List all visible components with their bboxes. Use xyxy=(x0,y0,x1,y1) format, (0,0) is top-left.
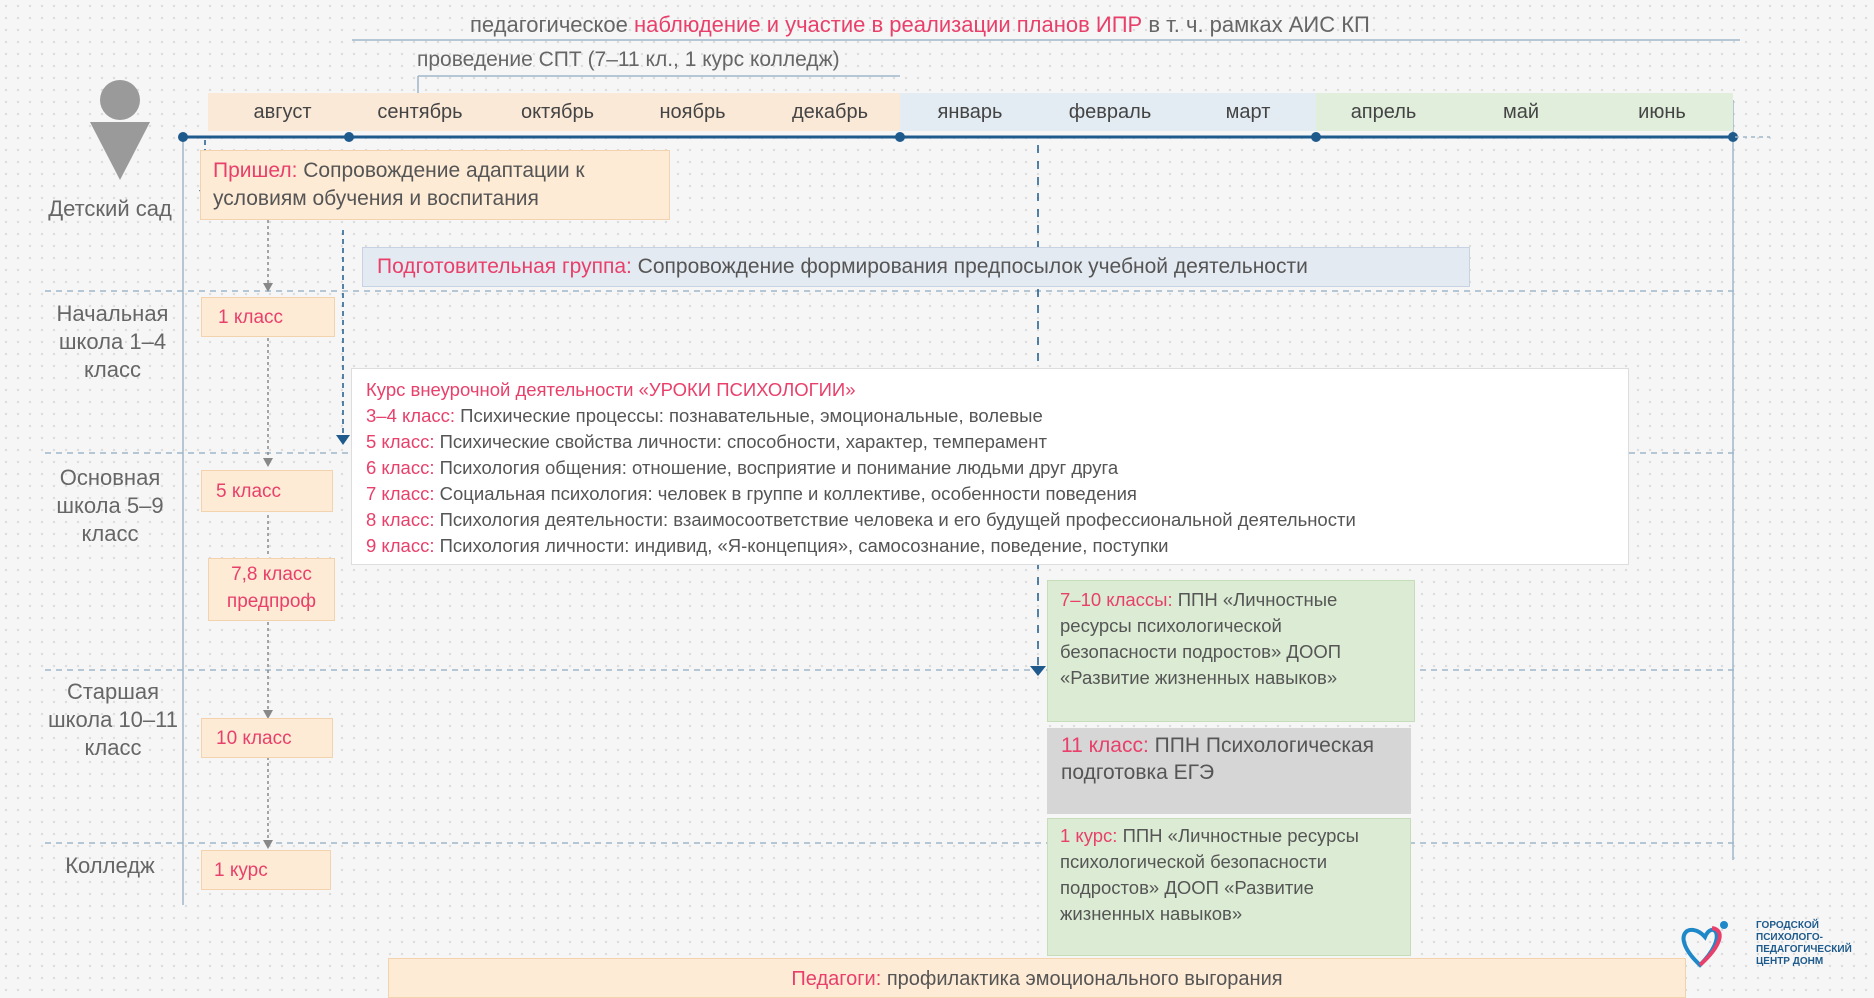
header-line-1: педагогическое наблюдение и участие в ре… xyxy=(470,12,1370,38)
diagram: педагогическое наблюдение и участие в ре… xyxy=(0,0,1874,998)
timeline-node xyxy=(178,132,188,142)
psychology-course-box: Курс внеурочной деятельности «УРОКИ ПСИХ… xyxy=(351,368,1629,565)
ppn-7-10-label: 7–10 классы: xyxy=(1060,589,1173,610)
timeline-node xyxy=(1311,132,1321,142)
header-line-2: проведение СПТ (7–11 кл., 1 курс колледж… xyxy=(417,48,840,71)
header-line-1-pre: педагогическое xyxy=(470,12,634,37)
logo-text: ГОРОДСКОЙ ПСИХОЛОГО-ПЕДАГОГИЧЕСКИЙ ЦЕНТР… xyxy=(1756,920,1852,967)
course-row: 8 класс: Психология деятельности: взаимо… xyxy=(366,507,1614,533)
month-september: сентябрь xyxy=(377,100,463,123)
stage-course-1: 1 курс xyxy=(201,850,331,890)
course-row-grade: 3–4 класс: xyxy=(366,405,456,426)
month-august: август xyxy=(253,100,312,123)
adaptation-box-label: Пришел: xyxy=(213,159,298,182)
month-may: май xyxy=(1502,100,1540,123)
month-february: февраль xyxy=(1068,100,1152,123)
course-row-grade: 9 класс: xyxy=(366,535,435,556)
adaptation-box: Пришел: Сопровождение адаптации к услови… xyxy=(200,150,670,220)
teachers-label: Педагоги: xyxy=(791,968,882,990)
level-kindergarten: Детский сад xyxy=(48,196,172,221)
header-line-1-post: в т. ч. рамках АИС КП xyxy=(1142,12,1370,37)
month-april: апрель xyxy=(1350,100,1417,123)
course-row-text: Психология общения: отношение, восприяти… xyxy=(434,457,1119,478)
course-row-text: Психические процессы: познавательные, эм… xyxy=(455,405,1043,426)
course-row: 9 класс: Психология личности: индивид, «… xyxy=(366,533,1614,559)
month-december: декабрь xyxy=(791,100,869,123)
logo-icon xyxy=(1681,921,1728,968)
course-row: 5 класс: Психические свойства личности: … xyxy=(366,429,1614,455)
course-row-grade: 8 класс: xyxy=(366,509,435,530)
ppn-course-1-box: 1 курс: ППН «Личностные ресурсы психолог… xyxy=(1047,818,1411,956)
month-november: ноябрь xyxy=(659,100,726,123)
teachers-text: профилактика эмоционального выгорания xyxy=(881,968,1283,990)
header-line-1-highlight: наблюдение и участие в реализации планов… xyxy=(633,12,1143,37)
month-january: январь xyxy=(937,100,1003,123)
person-icon xyxy=(90,80,150,180)
prep-group-box: Подготовительная группа: Сопровождение ф… xyxy=(362,247,1470,287)
course-row-text: Психические свойства личности: способнос… xyxy=(434,431,1047,452)
course-row: 7 класс: Социальная психология: человек … xyxy=(366,481,1614,507)
level-primary: Начальная школа 1–4 класс xyxy=(56,301,169,382)
course-row-text: Социальная психология: человек в группе … xyxy=(434,483,1137,504)
ppn-11-box: 11 класс: ППН Психологическая подготовка… xyxy=(1047,728,1411,814)
level-senior: Старшая школа 10–11 класс xyxy=(47,679,178,760)
timeline-node xyxy=(895,132,905,142)
course-row-text: Психология деятельности: взаимосоответст… xyxy=(434,509,1356,530)
prep-group-label: Подготовительная группа: xyxy=(377,255,632,278)
level-college: Колледж xyxy=(65,853,155,878)
stage-grade-1: 1 класс xyxy=(201,297,335,337)
course-row: 3–4 класс: Психические процессы: познава… xyxy=(366,403,1614,429)
teachers-box: Педагоги: профилактика эмоционального вы… xyxy=(388,958,1686,998)
course-row-text: Психология личности: индивид, «Я-концепц… xyxy=(434,535,1169,556)
ppn-7-10-box: 7–10 классы: ППН «Личностные ресурсы пси… xyxy=(1047,580,1415,722)
month-october: октябрь xyxy=(520,100,595,123)
course-row-grade: 6 класс: xyxy=(366,457,435,478)
month-june: июнь xyxy=(1638,100,1686,123)
course-row: 6 класс: Психология общения: отношение, … xyxy=(366,455,1614,481)
course-row-grade: 5 класс: xyxy=(366,431,435,452)
level-basic: Основная школа 5–9 класс xyxy=(56,465,164,546)
stage-grade-7-8: 7,8 класс предпроф xyxy=(208,558,335,621)
ppn-course-1-label: 1 курс: xyxy=(1060,825,1118,846)
stage-grade-5: 5 класс xyxy=(201,470,333,512)
prep-group-text: Сопровождение формирования предпосылок у… xyxy=(631,255,1308,278)
course-row-grade: 7 класс: xyxy=(366,483,435,504)
ppn-11-label: 11 класс: xyxy=(1061,734,1149,757)
stage-grade-10: 10 класс xyxy=(201,718,333,758)
timeline-node xyxy=(344,132,354,142)
month-march: март xyxy=(1225,100,1271,123)
psychology-course-title: Курс внеурочной деятельности «УРОКИ ПСИХ… xyxy=(366,379,856,400)
